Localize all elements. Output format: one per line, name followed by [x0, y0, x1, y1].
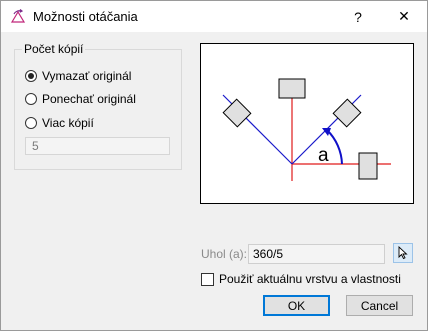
radio-multiple-copies[interactable]: Viac kópií — [25, 115, 94, 131]
help-button[interactable]: ? — [335, 1, 381, 32]
left-rotated-box — [222, 98, 252, 128]
title-bar[interactable]: Možnosti otáčania ? ✕ — [1, 1, 427, 32]
rotation-options-dialog: Možnosti otáčania ? ✕ Počet kópií Vymaza… — [0, 0, 428, 331]
copies-count-input[interactable]: 5 — [25, 137, 170, 155]
radio-label: Ponechať originál — [42, 92, 136, 106]
ok-button[interactable]: OK — [263, 295, 330, 316]
rotation-preview-diagram: a — [200, 43, 414, 204]
copies-group-legend: Počet kópií — [22, 42, 86, 56]
radio-delete-original[interactable]: Vymazať originál — [25, 68, 131, 84]
rotate-app-icon — [10, 9, 26, 23]
radio-circle[interactable] — [25, 117, 37, 129]
right-rotated-box — [332, 98, 362, 128]
radio-label: Vymazať originál — [42, 69, 132, 83]
cursor-arrow-icon — [398, 246, 408, 260]
use-current-layer-label: Použiť aktuálnu vrstvu a vlastnosti — [219, 272, 401, 286]
use-current-layer-checkbox[interactable] — [201, 272, 214, 286]
pick-angle-button[interactable] — [393, 243, 413, 263]
cancel-button[interactable]: Cancel — [346, 295, 413, 316]
radio-circle[interactable] — [25, 93, 37, 105]
angle-input[interactable]: 360/5 — [248, 244, 385, 264]
rotation-preview-svg: a — [222, 78, 391, 181]
close-button[interactable]: ✕ — [381, 1, 427, 32]
angle-arc — [326, 129, 343, 165]
radio-circle[interactable] — [25, 70, 37, 82]
right-box — [358, 152, 378, 180]
angle-label: Uhol (a): — [201, 247, 248, 261]
top-box — [278, 78, 306, 99]
radio-label: Viac kópií — [42, 116, 94, 130]
window-title: Možnosti otáčania — [33, 9, 138, 24]
radio-keep-original[interactable]: Ponechať originál — [25, 91, 136, 107]
angle-letter: a — [318, 145, 329, 166]
use-current-layer-option[interactable]: Použiť aktuálnu vrstvu a vlastnosti — [201, 272, 401, 286]
